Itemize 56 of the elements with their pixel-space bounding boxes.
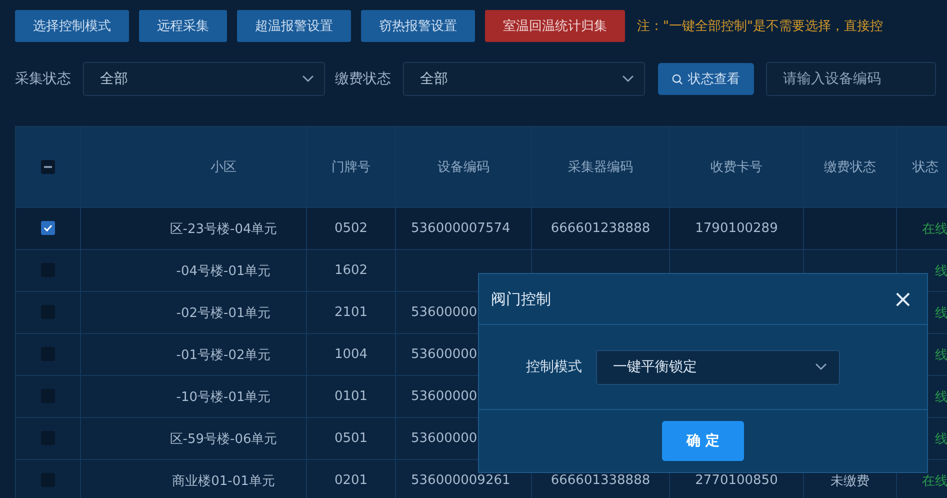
table-cell: 0201	[334, 473, 368, 488]
toolbar-button[interactable]: 窃热报警设置	[361, 10, 475, 42]
table-cell: -10号楼-01单元	[176, 390, 271, 404]
table-cell: 区-59号楼-06单元	[170, 432, 278, 446]
search-button[interactable]: 状态查看	[658, 63, 754, 95]
table-cell: 0502	[334, 221, 368, 236]
toolbar-button[interactable]: 超温报警设置	[237, 10, 351, 42]
column-header[interactable]: 收费卡号	[710, 160, 762, 175]
table-cell: 53600000	[411, 347, 478, 362]
table-cell: 666601338888	[550, 473, 650, 488]
table-cell: 2101	[334, 305, 368, 320]
table-cell: 536000007574	[411, 221, 510, 236]
select-all-checkbox[interactable]	[41, 160, 55, 174]
table-cell: 1790100289	[695, 221, 778, 236]
table-cell: 2770100850	[695, 473, 778, 488]
table-cell: 666601238888	[550, 221, 650, 236]
table-cell: 1004	[334, 347, 368, 362]
column-header[interactable]: 缴费状态	[824, 160, 876, 175]
table-cell: 536000009261	[411, 473, 510, 488]
table-cell: -02号楼-01单元	[176, 306, 271, 320]
table-cell: 0101	[334, 389, 368, 404]
toolbar-button[interactable]: 室温回温统计归集	[485, 10, 625, 42]
table-cell: 0501	[334, 431, 368, 446]
table-cell: 1602	[334, 263, 368, 278]
field-label: 控制模式	[526, 358, 582, 376]
input-field[interactable]: 请输入设备编码	[766, 62, 936, 96]
row-checkbox[interactable]	[41, 221, 55, 236]
table-cell: 53600000	[411, 431, 478, 446]
column-header[interactable]: 设备编码	[438, 160, 490, 175]
table-cell: 53600000	[411, 389, 478, 404]
column-header[interactable]: 门牌号	[332, 160, 370, 175]
chevron-down-icon	[302, 75, 314, 83]
search-icon	[672, 74, 683, 84]
filter-label: 缴费状态	[335, 70, 391, 88]
filter-label: 采集状态	[15, 70, 71, 88]
check-icon	[43, 223, 53, 234]
column-header[interactable]: 小区	[210, 160, 236, 175]
table-cell: 商业楼01-01单元	[172, 474, 275, 488]
toolbar-button[interactable]: 远程采集	[139, 10, 227, 42]
chevron-down-icon	[622, 75, 634, 83]
table-cell: -01号楼-02单元	[176, 348, 271, 362]
note-text: 注："一键全部控制"是不需要选择，直接控	[637, 18, 883, 35]
table-cell: 区-23号楼-04单元	[170, 222, 278, 236]
chevron-down-icon	[815, 363, 827, 371]
column-header[interactable]: 状态	[912, 160, 938, 175]
table-cell: 53600000	[411, 305, 478, 320]
table-cell: -04号楼-01单元	[176, 264, 271, 278]
column-header[interactable]: 采集器编码	[568, 160, 633, 175]
table-cell: 未缴费	[830, 474, 870, 488]
select-field[interactable]: 全部	[403, 62, 645, 96]
toolbar-button[interactable]: 选择控制模式	[15, 10, 129, 42]
confirm-button[interactable]: 确 定	[662, 421, 744, 461]
select-field[interactable]: 一键平衡锁定	[596, 350, 840, 384]
close-button[interactable]: ×	[888, 287, 917, 311]
dialog-title: 阀门控制	[491, 290, 551, 308]
select-field[interactable]: 全部	[83, 62, 325, 96]
